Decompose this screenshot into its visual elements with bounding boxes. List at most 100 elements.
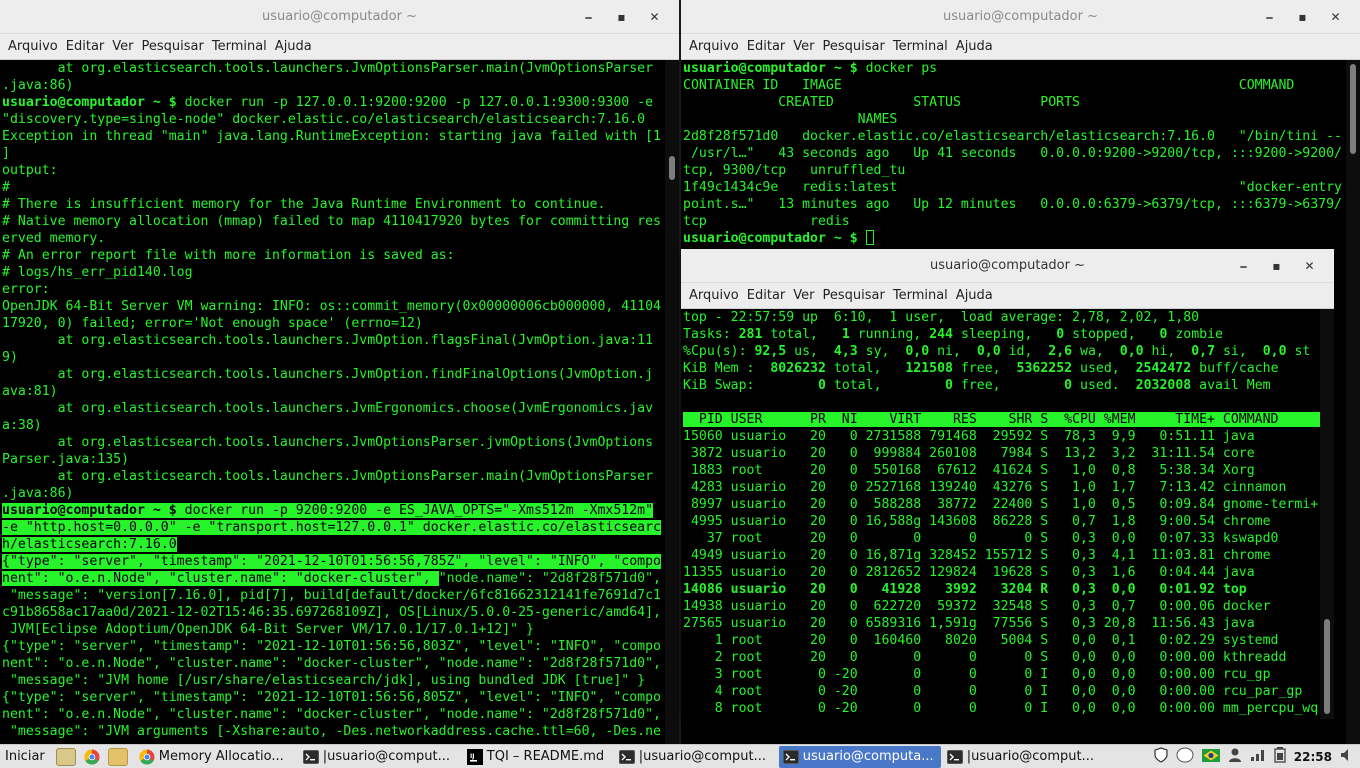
minimize-button[interactable]: ⎯	[572, 8, 605, 26]
taskbar-item[interactable]: IJ TQI – README.md	[463, 746, 613, 768]
menu-ajuda[interactable]: Ajuda	[956, 288, 993, 303]
taskbar-item[interactable]: |usuario@comput...	[615, 746, 777, 768]
close-button[interactable]: ✕	[638, 8, 671, 26]
menu-ajuda[interactable]: Ajuda	[956, 39, 993, 54]
terminal-text: running,	[849, 327, 930, 342]
terminal-text: usuario@computador ~ $	[683, 61, 866, 76]
maximize-button[interactable]: ▪	[1286, 8, 1319, 26]
terminal-line: at org.elasticsearch.tools.launchers.Jvm…	[2, 332, 665, 349]
terminal-text: 2 root 20 0 0 0 0 S 0,0 0,0 0:00.00 kthr…	[683, 650, 1287, 665]
terminal-output[interactable]: at org.elasticsearch.tools.launchers.Jvm…	[0, 60, 665, 744]
show-desktop-icon[interactable]	[55, 747, 76, 766]
window-titlebar[interactable]: usuario@computador ~ ⎯ ▪ ✕	[681, 249, 1334, 283]
close-button[interactable]: ✕	[1293, 257, 1326, 275]
taskbar-item[interactable]: Memory Allocatio...	[135, 746, 297, 768]
terminal-text: top - 22:57:59 up 6:10, 1 user, load ave…	[683, 310, 1200, 325]
top-output[interactable]: top - 22:57:59 up 6:10, 1 user, load ave…	[681, 309, 1320, 719]
menu-terminal[interactable]: Terminal	[893, 288, 948, 303]
terminal-text: tcp redis	[683, 214, 850, 229]
taskbar-item[interactable]: |usuario@comput...	[299, 746, 461, 768]
terminal-line: output:	[2, 162, 665, 179]
scrollbar[interactable]	[1320, 309, 1334, 719]
folder-launcher-icon[interactable]	[107, 747, 128, 766]
terminal-text: 92,5	[754, 344, 787, 359]
terminal-text: 14938 usuario 20 0 622720 59372 32548 S …	[683, 599, 1271, 614]
terminal-line: a:38)	[2, 417, 665, 434]
menu-ver[interactable]: Ver	[112, 39, 133, 54]
terminal-text: JVM[Eclipse Adoptium/OpenJDK 64-Bit Serv…	[2, 622, 534, 637]
terminal-text: zombie	[1167, 327, 1223, 342]
terminal-text: 2542472	[1135, 361, 1192, 376]
terminal-text: free,	[952, 378, 1065, 393]
keyboard-layout-flag-icon[interactable]	[1201, 748, 1220, 765]
terminal-text: tcp, 9300/tcp unruffled_tu	[683, 163, 906, 178]
chrome-launcher-icon[interactable]	[82, 748, 102, 766]
taskbar-item[interactable]: |usuario@comput...	[943, 746, 1105, 768]
close-button[interactable]: ✕	[1319, 8, 1352, 26]
terminal-line: at org.elasticsearch.tools.launchers.Jvm…	[2, 366, 665, 383]
terminal-text: 17920, 0) failed; error='Not enough spac…	[2, 316, 423, 331]
terminal-line: KiB Swap: 0 total, 0 free, 0 used. 20320…	[683, 377, 1320, 394]
taskbar-item-label: |usuario@comput...	[322, 749, 451, 764]
terminal-text: 1f49c1434c9e redis:latest "docker-entry	[683, 180, 1342, 195]
clock[interactable]: 22:58	[1294, 750, 1332, 764]
menu-arquivo[interactable]: Arquivo	[689, 39, 739, 54]
scrollbar-thumb[interactable]	[669, 156, 675, 180]
terminal-window-top[interactable]: usuario@computador ~ ⎯ ▪ ✕ Arquivo Edita…	[681, 249, 1334, 719]
terminal-text: # An error report file with more informa…	[2, 248, 455, 263]
volume-icon[interactable]	[1340, 748, 1354, 765]
menu-editar[interactable]: Editar	[66, 39, 105, 54]
menu-arquivo[interactable]: Arquivo	[689, 288, 739, 303]
menu-editar[interactable]: Editar	[747, 288, 786, 303]
menu-pesquisar[interactable]: Pesquisar	[823, 39, 885, 54]
terminal-text: total,	[825, 361, 906, 376]
menu-pesquisar[interactable]: Pesquisar	[142, 39, 204, 54]
terminal-text: /usr/l…" 43 seconds ago Up 41 seconds 0.…	[683, 146, 1342, 161]
scrollbar-thumb[interactable]	[1350, 64, 1356, 154]
terminal-line: 15060 usuario 20 0 2731588 791468 29592 …	[683, 428, 1320, 445]
terminal-text: error:	[2, 282, 50, 297]
terminal-line: 9)	[2, 349, 665, 366]
network-icon[interactable]	[1250, 748, 1266, 765]
terminal-line: %Cpu(s): 92,5 us, 4,3 sy, 0,0 ni, 0,0 id…	[683, 343, 1320, 360]
terminal-line: at org.elasticsearch.tools.launchers.Jvm…	[2, 400, 665, 417]
terminal-line: "message": "JVM arguments [-Xshare:auto,…	[2, 723, 665, 740]
scrollbar-thumb[interactable]	[1324, 619, 1330, 714]
cursor	[865, 230, 874, 245]
scrollbar[interactable]	[1346, 60, 1360, 744]
terminal-window-left[interactable]: usuario@computador ~ ⎯ ▪ ✕ Arquivo Edita…	[0, 0, 679, 744]
terminal-line: "message": "JVM home [/usr/share/elastic…	[2, 672, 665, 689]
menu-ajuda[interactable]: Ajuda	[275, 39, 312, 54]
minimize-button[interactable]: ⎯	[1253, 8, 1286, 26]
terminal-line: top - 22:57:59 up 6:10, 1 user, load ave…	[683, 309, 1320, 326]
menu-arquivo[interactable]: Arquivo	[8, 39, 58, 54]
window-titlebar[interactable]: usuario@computador ~ ⎯ ▪ ✕	[681, 0, 1360, 34]
terminal-text: 5362252	[1016, 361, 1073, 376]
user-icon[interactable]	[1228, 747, 1242, 766]
bubble-icon[interactable]	[1176, 747, 1194, 766]
maximize-button[interactable]: ▪	[1260, 257, 1293, 275]
menu-editar[interactable]: Editar	[747, 39, 786, 54]
terminal-line: error:	[2, 281, 665, 298]
terminal-text: erved memory.	[2, 231, 106, 246]
menu-terminal[interactable]: Terminal	[212, 39, 267, 54]
menu-pesquisar[interactable]: Pesquisar	[823, 288, 885, 303]
start-menu-button[interactable]: Iniciar	[0, 749, 53, 764]
window-titlebar[interactable]: usuario@computador ~ ⎯ ▪ ✕	[0, 0, 679, 34]
terminal-text: 8997 usuario 20 0 588288 38772 22400 S 1…	[683, 497, 1319, 512]
menu-terminal[interactable]: Terminal	[893, 39, 948, 54]
scrollbar[interactable]	[665, 60, 679, 744]
terminal-text: used,	[1072, 361, 1136, 376]
terminal-line: 14938 usuario 20 0 622720 59372 32548 S …	[683, 598, 1320, 615]
minimize-button[interactable]: ⎯	[1227, 257, 1260, 275]
maximize-button[interactable]: ▪	[605, 8, 638, 26]
terminal-text: Exception in thread "main" java.lang.Run…	[2, 129, 661, 144]
taskbar-item[interactable]: usuario@computa...	[778, 745, 941, 768]
menu-ver[interactable]: Ver	[793, 39, 814, 54]
terminal-text: docker run -p 127.0.0.1:9200:9200 -p 127…	[184, 95, 654, 110]
shield-icon[interactable]	[1154, 747, 1168, 766]
terminal-text: Parser.java:135)	[2, 452, 130, 467]
battery-icon[interactable]	[1274, 747, 1286, 766]
terminal-line: 27565 usuario 20 0 6589316 1,591g 77556 …	[683, 615, 1320, 632]
menu-ver[interactable]: Ver	[793, 288, 814, 303]
